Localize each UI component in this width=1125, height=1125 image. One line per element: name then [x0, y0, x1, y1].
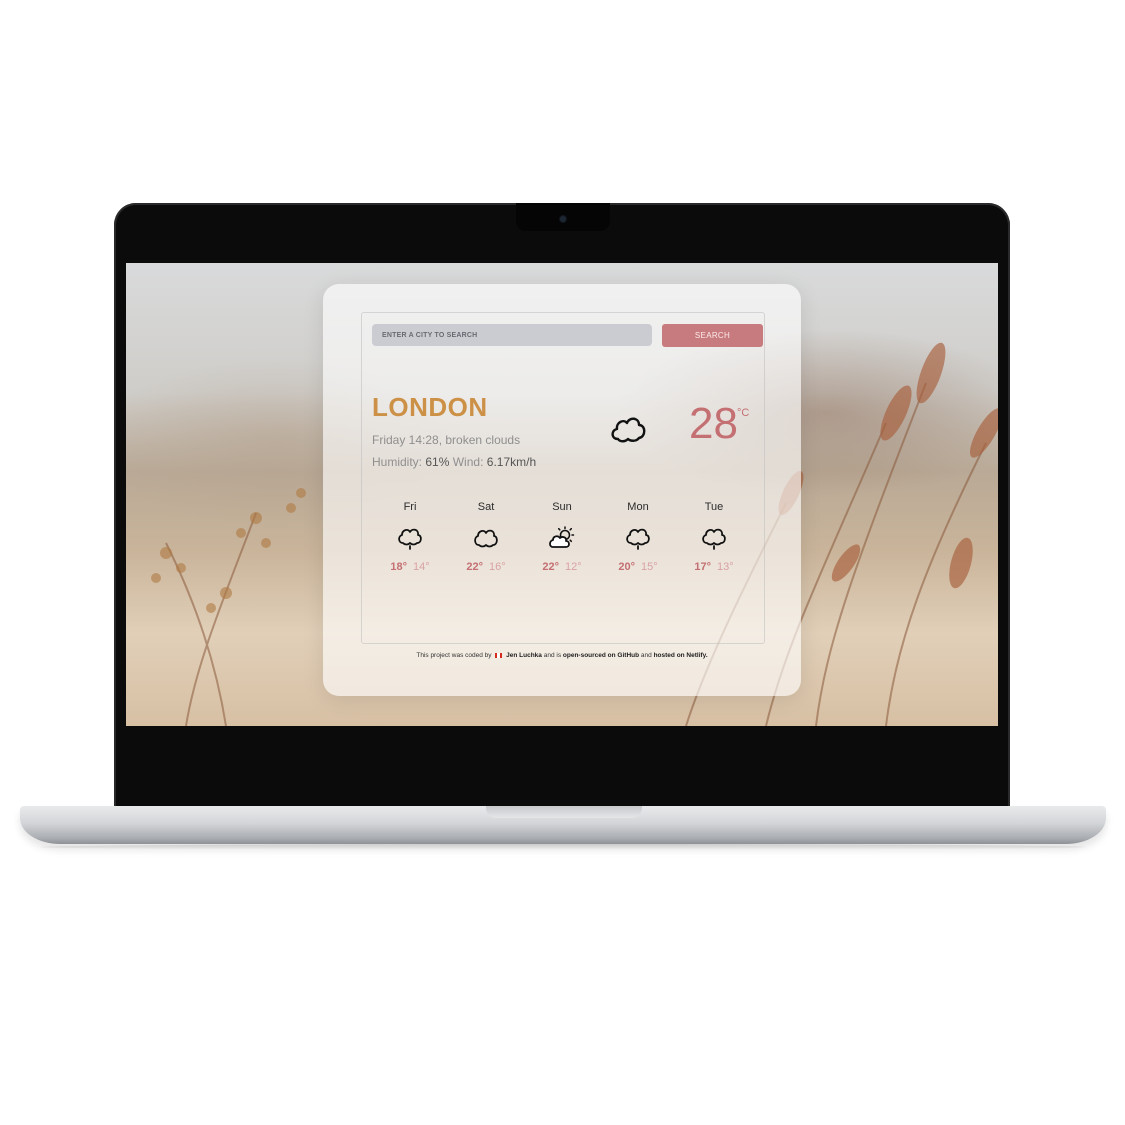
forecast-min: 12°	[565, 561, 582, 573]
weather-card: SEARCH LONDON Friday 14:28, broken cloud…	[323, 284, 801, 696]
author-link[interactable]: Jen Luchka	[506, 652, 542, 659]
forecast-temps: 22° 12°	[532, 561, 592, 573]
forecast: Fri 18° 14° Sat 22° 16° Sun 22° 12° Mon …	[372, 501, 752, 591]
forecast-day: Fri 18° 14°	[380, 501, 440, 573]
cloud-rain-icon	[626, 528, 650, 550]
forecast-day: Sat 22° 16°	[456, 501, 516, 573]
cloud-rain-icon	[702, 528, 726, 550]
footer-middle: and is	[543, 652, 562, 659]
forecast-max: 18°	[390, 561, 407, 573]
forecast-min: 16°	[489, 561, 506, 573]
forecast-max: 17°	[694, 561, 711, 573]
forecast-day-name: Mon	[627, 501, 649, 513]
laptop-screen: SEARCH LONDON Friday 14:28, broken cloud…	[126, 263, 998, 726]
cloud-icon	[474, 529, 498, 548]
humidity-label: Humidity:	[372, 455, 423, 469]
city-name: LONDON	[372, 392, 488, 422]
forecast-min: 13°	[717, 561, 734, 573]
cloud-icon	[611, 417, 646, 443]
footer-and: and	[640, 652, 652, 659]
canada-flag-icon	[495, 652, 503, 658]
forecast-day-name: Fri	[403, 501, 417, 513]
github-link[interactable]: open-sourced on GitHub	[563, 652, 639, 659]
wind-value: 6.17km/h	[486, 455, 537, 469]
forecast-max: 22°	[542, 561, 559, 573]
forecast-max: 20°	[618, 561, 635, 573]
forecast-temps: 22° 16°	[456, 561, 516, 573]
sun-cloud-icon	[549, 526, 575, 548]
temperature-unit: °C	[737, 407, 750, 419]
card-border	[361, 312, 765, 644]
footer-prefix: This project was coded by	[416, 652, 492, 659]
camera-icon	[560, 216, 566, 222]
search-button[interactable]: SEARCH	[662, 324, 763, 347]
forecast-day: Mon 20° 15°	[608, 501, 668, 573]
current-temperature: 28	[689, 399, 738, 448]
forecast-min: 15°	[641, 561, 658, 573]
netlify-link[interactable]: hosted on Netlify.	[654, 652, 708, 659]
humidity-value: 61%	[425, 455, 450, 469]
laptop-shadow	[40, 844, 1086, 850]
wind-label: Wind:	[452, 455, 484, 469]
forecast-day-name: Sat	[477, 501, 495, 513]
forecast-temps: 18° 14°	[380, 561, 440, 573]
forecast-temps: 20° 15°	[608, 561, 668, 573]
forecast-min: 14°	[413, 561, 430, 573]
forecast-day-name: Sun	[552, 501, 572, 513]
forecast-temps: 17° 13°	[684, 561, 744, 573]
forecast-day-name: Tue	[704, 501, 724, 513]
weather-description: Friday 14:28, broken clouds	[372, 433, 521, 447]
weather-details: Humidity: 61% Wind: 6.17km/h	[372, 455, 536, 469]
forecast-day: Sun 22° 12°	[532, 501, 592, 573]
laptop-base-notch	[486, 806, 642, 818]
footer: This project was coded by Jen Luchka and…	[323, 652, 801, 659]
forecast-max: 22°	[466, 561, 483, 573]
product-mockup: SEARCH LONDON Friday 14:28, broken cloud…	[0, 0, 1125, 1125]
cloud-rain-icon	[398, 528, 422, 550]
forecast-day: Tue 17° 13°	[684, 501, 744, 573]
search-input[interactable]	[372, 324, 652, 346]
